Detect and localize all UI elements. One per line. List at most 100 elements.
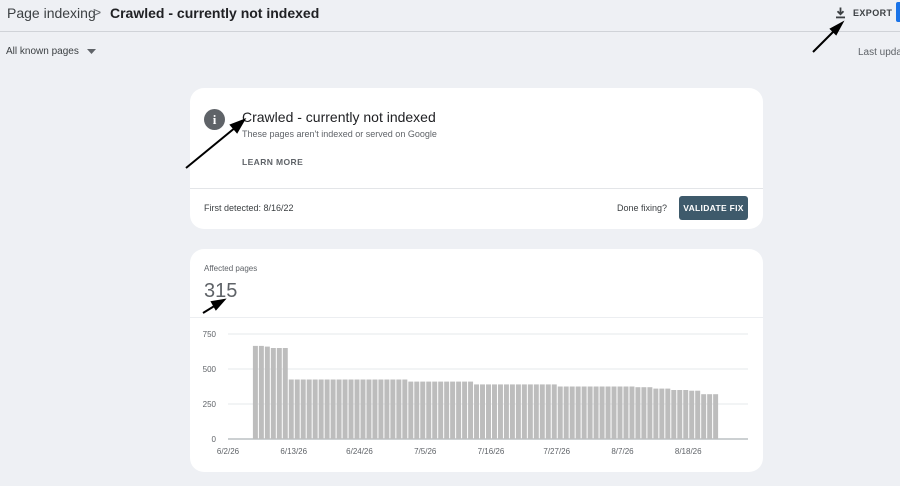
done-fixing-label: Done fixing? — [617, 203, 668, 213]
chart-bar[interactable] — [497, 384, 503, 439]
chart-bar[interactable] — [653, 388, 659, 439]
chart-bar[interactable] — [366, 379, 372, 440]
chart-bar[interactable] — [617, 386, 623, 440]
chart-bar[interactable] — [456, 381, 462, 439]
chart-bar[interactable] — [659, 388, 665, 439]
chart-bar[interactable] — [677, 390, 683, 439]
export-button[interactable]: EXPORT — [835, 4, 892, 22]
chart-bar[interactable] — [515, 384, 521, 439]
chart-bar[interactable] — [569, 386, 575, 440]
chart-bar[interactable] — [611, 386, 617, 440]
chart-bar[interactable] — [521, 384, 527, 439]
chart-bar[interactable] — [300, 379, 306, 440]
chart-bar[interactable] — [432, 381, 438, 439]
chart-bar[interactable] — [252, 345, 258, 439]
chart-bar[interactable] — [557, 386, 563, 440]
chart-bar[interactable] — [486, 384, 491, 439]
chart-bar[interactable] — [575, 386, 581, 440]
chart-bar[interactable] — [360, 379, 366, 440]
breadcrumb-parent[interactable]: Page indexing — [7, 5, 96, 21]
chart-bar[interactable] — [330, 379, 336, 440]
chart-bar[interactable] — [336, 379, 342, 440]
chart-bar[interactable] — [438, 381, 444, 439]
chart-bar[interactable] — [665, 388, 671, 439]
chart-bar[interactable] — [683, 390, 689, 439]
issue-title: Crawled - currently not indexed — [242, 109, 436, 125]
chart-bar[interactable] — [587, 386, 593, 440]
chart-bar[interactable] — [509, 384, 515, 439]
chart-bar[interactable] — [420, 381, 426, 439]
chart-bar[interactable] — [689, 390, 695, 439]
x-tick-label: 6/24/26 — [346, 447, 373, 456]
chart-bar[interactable] — [533, 384, 539, 439]
chart-bar[interactable] — [581, 386, 587, 440]
chart-bar[interactable] — [306, 379, 312, 440]
chart-bar[interactable] — [402, 379, 408, 440]
page-filter-dropdown[interactable]: All known pages — [6, 46, 96, 57]
chart-bar[interactable] — [384, 379, 390, 440]
chart-bar[interactable] — [593, 386, 599, 440]
issue-status-card: i Crawled - currently not indexed These … — [190, 88, 763, 229]
issue-description: These pages aren't indexed or served on … — [242, 129, 437, 139]
chart-bar[interactable] — [480, 384, 486, 439]
chart-bar[interactable] — [713, 394, 719, 439]
chart-bar[interactable] — [701, 394, 707, 439]
chart-bar[interactable] — [372, 379, 378, 440]
chart-bar[interactable] — [641, 387, 647, 439]
chart-bar[interactable] — [551, 384, 557, 439]
chart-bar[interactable] — [647, 387, 653, 439]
chart-bar[interactable] — [408, 381, 414, 439]
chart-bar[interactable] — [468, 381, 474, 439]
chart-bar[interactable] — [276, 348, 282, 439]
chart-bar[interactable] — [270, 348, 276, 439]
chart-bar[interactable] — [539, 384, 545, 439]
chart-bar[interactable] — [623, 386, 629, 440]
chart-bar[interactable] — [671, 390, 677, 439]
chart-bar[interactable] — [629, 386, 635, 440]
chart-bar[interactable] — [312, 379, 318, 440]
breadcrumb-separator-icon: > — [93, 4, 102, 20]
export-label: EXPORT — [853, 8, 893, 18]
chart-bar[interactable] — [462, 381, 468, 439]
first-detected-text: First detected: 8/16/22 — [204, 203, 294, 213]
annotation-arrow — [812, 28, 837, 53]
chart-bar[interactable] — [474, 384, 480, 439]
y-tick-label: 250 — [203, 400, 217, 409]
chart-bar[interactable] — [545, 384, 551, 439]
page-filter-label: All known pages — [6, 46, 79, 57]
validate-fix-button[interactable]: VALIDATE FIX — [679, 196, 748, 220]
info-icon: i — [204, 109, 225, 130]
chart-bar[interactable] — [635, 387, 641, 439]
chart-bar[interactable] — [503, 384, 509, 439]
chart-bar[interactable] — [444, 381, 450, 439]
chart-bar[interactable] — [390, 379, 396, 440]
chart-bar[interactable] — [264, 346, 270, 439]
chart-bar[interactable] — [695, 390, 701, 439]
chart-bar[interactable] — [426, 381, 432, 439]
chart-bar[interactable] — [450, 381, 456, 439]
dropdown-triangle-icon — [86, 49, 96, 54]
chart-bar[interactable] — [414, 381, 420, 439]
chart-bar[interactable] — [599, 386, 605, 440]
chart-bar[interactable] — [563, 386, 569, 440]
chart-bar[interactable] — [318, 379, 324, 440]
learn-more-link[interactable]: LEARN MORE — [242, 157, 303, 167]
chart-bar[interactable] — [258, 345, 264, 439]
chart-bar[interactable] — [491, 384, 497, 439]
chart-bar[interactable] — [527, 384, 533, 439]
x-tick-label: 6/2/26 — [217, 447, 240, 456]
chart-bar[interactable] — [342, 379, 348, 440]
chart-bar[interactable] — [288, 379, 294, 440]
chart-bar[interactable] — [354, 379, 360, 440]
chart-bar[interactable] — [348, 379, 354, 440]
chart-bar[interactable] — [378, 379, 384, 440]
chart-bar[interactable] — [707, 394, 713, 439]
y-tick-label: 500 — [203, 365, 217, 374]
primary-action-button-edge[interactable] — [896, 2, 900, 22]
chart-bar[interactable] — [396, 379, 402, 440]
chart-bar[interactable] — [294, 379, 300, 440]
chart-bar[interactable] — [282, 348, 288, 439]
chart-bar[interactable] — [324, 379, 330, 440]
chart-bar[interactable] — [605, 386, 611, 440]
x-tick-label: 6/13/26 — [280, 447, 307, 456]
